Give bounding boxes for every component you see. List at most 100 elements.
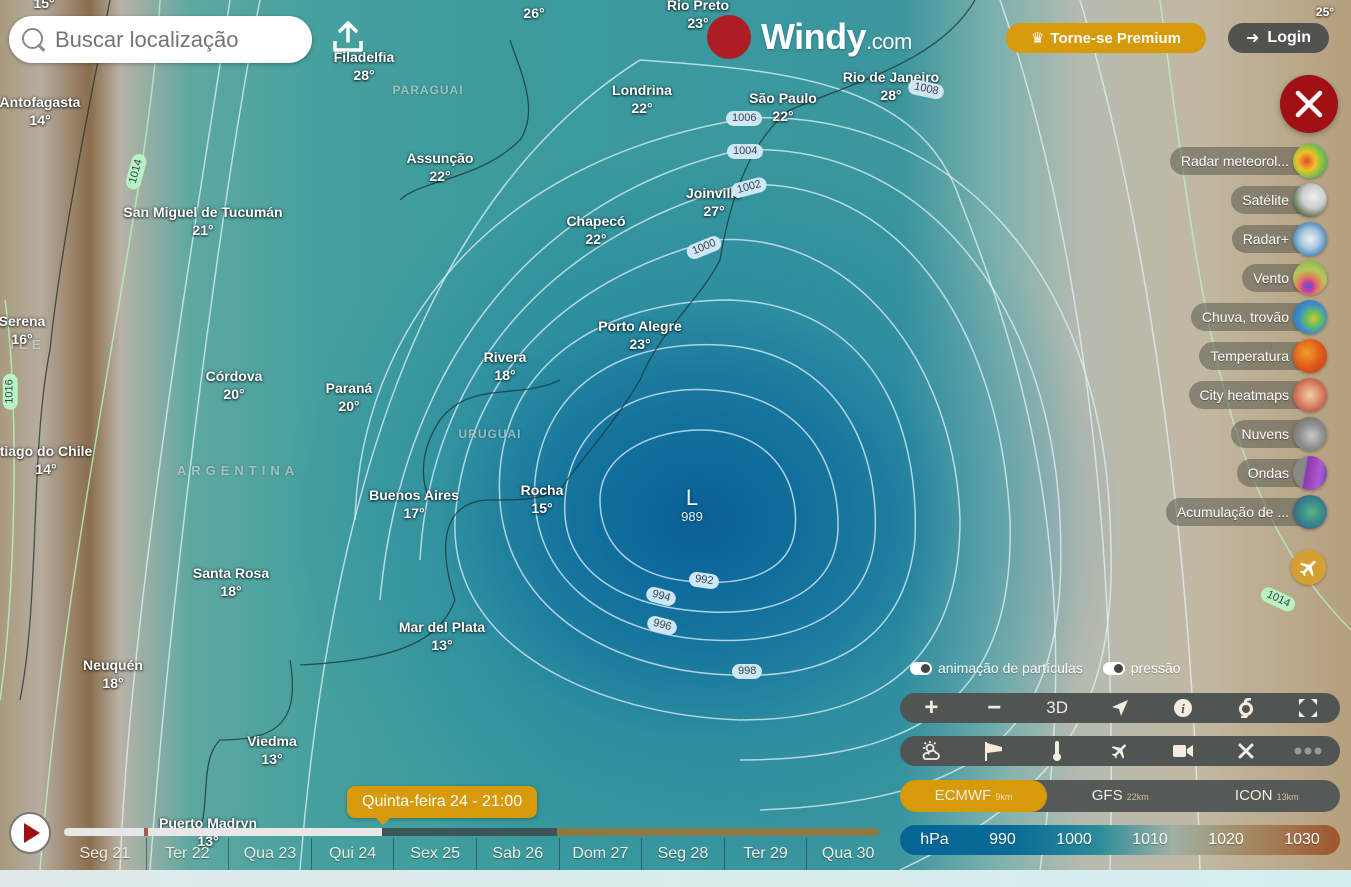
city-label[interactable]: Paraná 20° (326, 379, 373, 415)
current-time-bubble[interactable]: Quinta-feira 24 - 21:00 (347, 786, 538, 825)
toggle-switch[interactable] (1102, 661, 1125, 675)
weather-button[interactable] (911, 737, 951, 765)
isobar-1010 (149, 0, 261, 870)
rain-icon (1293, 300, 1327, 334)
isobar-label: 1004 (727, 144, 764, 159)
pressure-toggle[interactable]: pressão (1102, 660, 1181, 676)
search-icon (21, 27, 47, 53)
timeline-day[interactable]: Seg 28 (641, 838, 724, 870)
layer-radar-plus[interactable]: Radar+ (1231, 222, 1327, 256)
model-ecmwf[interactable]: ECMWF 9km (900, 780, 1047, 812)
isobar-1016 (0, 299, 15, 701)
legend-value: 990 (989, 831, 1016, 848)
more-button[interactable] (1288, 737, 1328, 765)
clouds-icon (1293, 417, 1327, 451)
city-label[interactable]: Antofagasta 14° (0, 93, 80, 129)
video-camera-icon (1172, 745, 1193, 757)
model-icon[interactable]: ICON 13km (1194, 780, 1341, 812)
thermometer-button[interactable] (1037, 737, 1077, 765)
zoom-out-button[interactable]: − (974, 694, 1014, 722)
3d-button[interactable]: 3D (1037, 694, 1077, 722)
login-button[interactable]: ➜ Login (1228, 23, 1329, 53)
city-label[interactable]: Rocha 15° (521, 481, 564, 517)
timeline-bar[interactable] (64, 828, 879, 836)
legend-value: 1030 (1284, 831, 1320, 848)
city-label[interactable]: Santa Rosa 18° (193, 564, 269, 600)
isobar-1000 (454, 238, 961, 721)
windy-logo[interactable]: Windy.com (707, 15, 912, 59)
crown-icon: ♛ (1030, 30, 1045, 47)
city-label[interactable]: San Miguel de Tucumán 21° (123, 203, 282, 239)
layer-satellite[interactable]: Satélite (1231, 183, 1327, 217)
city-label[interactable]: Mar del Plata 13° (399, 618, 485, 654)
info-button[interactable]: i (1163, 694, 1203, 722)
layer-waves[interactable]: Ondas (1236, 456, 1327, 490)
timeline-day[interactable]: Dom 27 (558, 838, 642, 870)
layer-clouds[interactable]: Nuvens (1230, 417, 1327, 451)
windsock-button[interactable] (974, 737, 1014, 765)
clear-button[interactable] (1226, 737, 1266, 765)
airport-button[interactable] (1291, 550, 1326, 585)
layer-wind[interactable]: Vento (1242, 261, 1327, 295)
timeline-forecast (382, 828, 557, 836)
timeline-day[interactable]: Sab 26 (475, 838, 559, 870)
layer-accumulation[interactable]: Acumulação de ... (1165, 495, 1327, 529)
edge-temp: 25° (1315, 5, 1335, 19)
now-marker (144, 828, 148, 836)
toggle-switch[interactable] (910, 661, 932, 675)
search-input[interactable] (55, 26, 295, 53)
city-label[interactable]: Filadelfia 28° (334, 48, 395, 84)
timeline-day[interactable]: Qui 24 (310, 838, 394, 870)
city-label[interactable]: Neuquén 18° (83, 656, 143, 692)
isobar-1012a (119, 0, 231, 870)
timeline-day[interactable]: Ter 29 (723, 838, 807, 870)
layer-city-heatmaps[interactable]: City heatmaps (1188, 378, 1327, 412)
hurricane-button[interactable] (1226, 694, 1266, 722)
low-pressure-center: L 989 (681, 485, 703, 524)
layer-radar[interactable]: Radar meteorol... (1169, 144, 1327, 178)
city-label[interactable]: Assunção 22° (407, 149, 474, 185)
particles-toggle[interactable]: animação de partículas (910, 660, 1083, 676)
fullscreen-button[interactable] (1288, 694, 1328, 722)
overlay-toggles: animação de partículas pressão (910, 660, 1181, 676)
webcams-button[interactable] (1163, 737, 1203, 765)
share-button[interactable] (331, 19, 365, 53)
search-box[interactable] (9, 16, 312, 63)
city-label[interactable]: Chapecó 22° (566, 212, 625, 248)
legend-value: 1000 (1056, 831, 1092, 848)
city-label[interactable]: Rivera 18° (484, 348, 527, 384)
layer-rain[interactable]: Chuva, trovão (1190, 300, 1327, 334)
model-gfs[interactable]: GFS 22km (1047, 780, 1194, 812)
isobar-label: 1016 (2, 373, 18, 410)
windsock-icon (985, 742, 1003, 761)
locate-button[interactable] (1100, 694, 1140, 722)
premium-button[interactable]: ♛ Torne-se Premium (1006, 23, 1206, 53)
timeline-day[interactable]: Sex 25 (393, 838, 476, 870)
city-label[interactable]: Porto Alegre 23° (598, 317, 682, 353)
play-button[interactable] (9, 812, 51, 854)
timeline-day[interactable]: Ter 22 (145, 838, 229, 870)
close-menu-button[interactable] (1280, 75, 1338, 133)
airplane-icon (1111, 744, 1126, 759)
city-label[interactable]: tiago do Chile 14° (0, 442, 92, 478)
flights-button[interactable] (1100, 737, 1140, 765)
city-label[interactable]: Buenos Aires 17° (369, 486, 459, 522)
timeline-premium-range (557, 828, 879, 836)
wind-icon (1293, 261, 1327, 295)
airplane-icon (1299, 560, 1316, 576)
hurricane-icon (1238, 698, 1253, 718)
satellite-icon (1293, 183, 1327, 217)
layer-temperature[interactable]: Temperatura (1199, 339, 1327, 373)
timeline-day[interactable]: Seg 21 (64, 838, 146, 870)
city-label[interactable]: Córdova 20° (206, 367, 263, 403)
timeline-elapsed (64, 828, 382, 836)
accumulation-icon (1293, 495, 1327, 529)
timeline-day[interactable]: Qua 23 (228, 838, 311, 870)
timeline-day[interactable]: Qua 30 (806, 838, 889, 870)
temperature-icon (1293, 339, 1327, 373)
city-label[interactable]: Londrina 22° (612, 81, 672, 117)
city-label[interactable]: Viedma 13° (247, 732, 297, 768)
more-dots-icon (1294, 747, 1322, 755)
pressure-legend[interactable]: hPa 990 1000 1010 1020 1030 (900, 825, 1340, 855)
zoom-in-button[interactable]: + (911, 694, 951, 722)
